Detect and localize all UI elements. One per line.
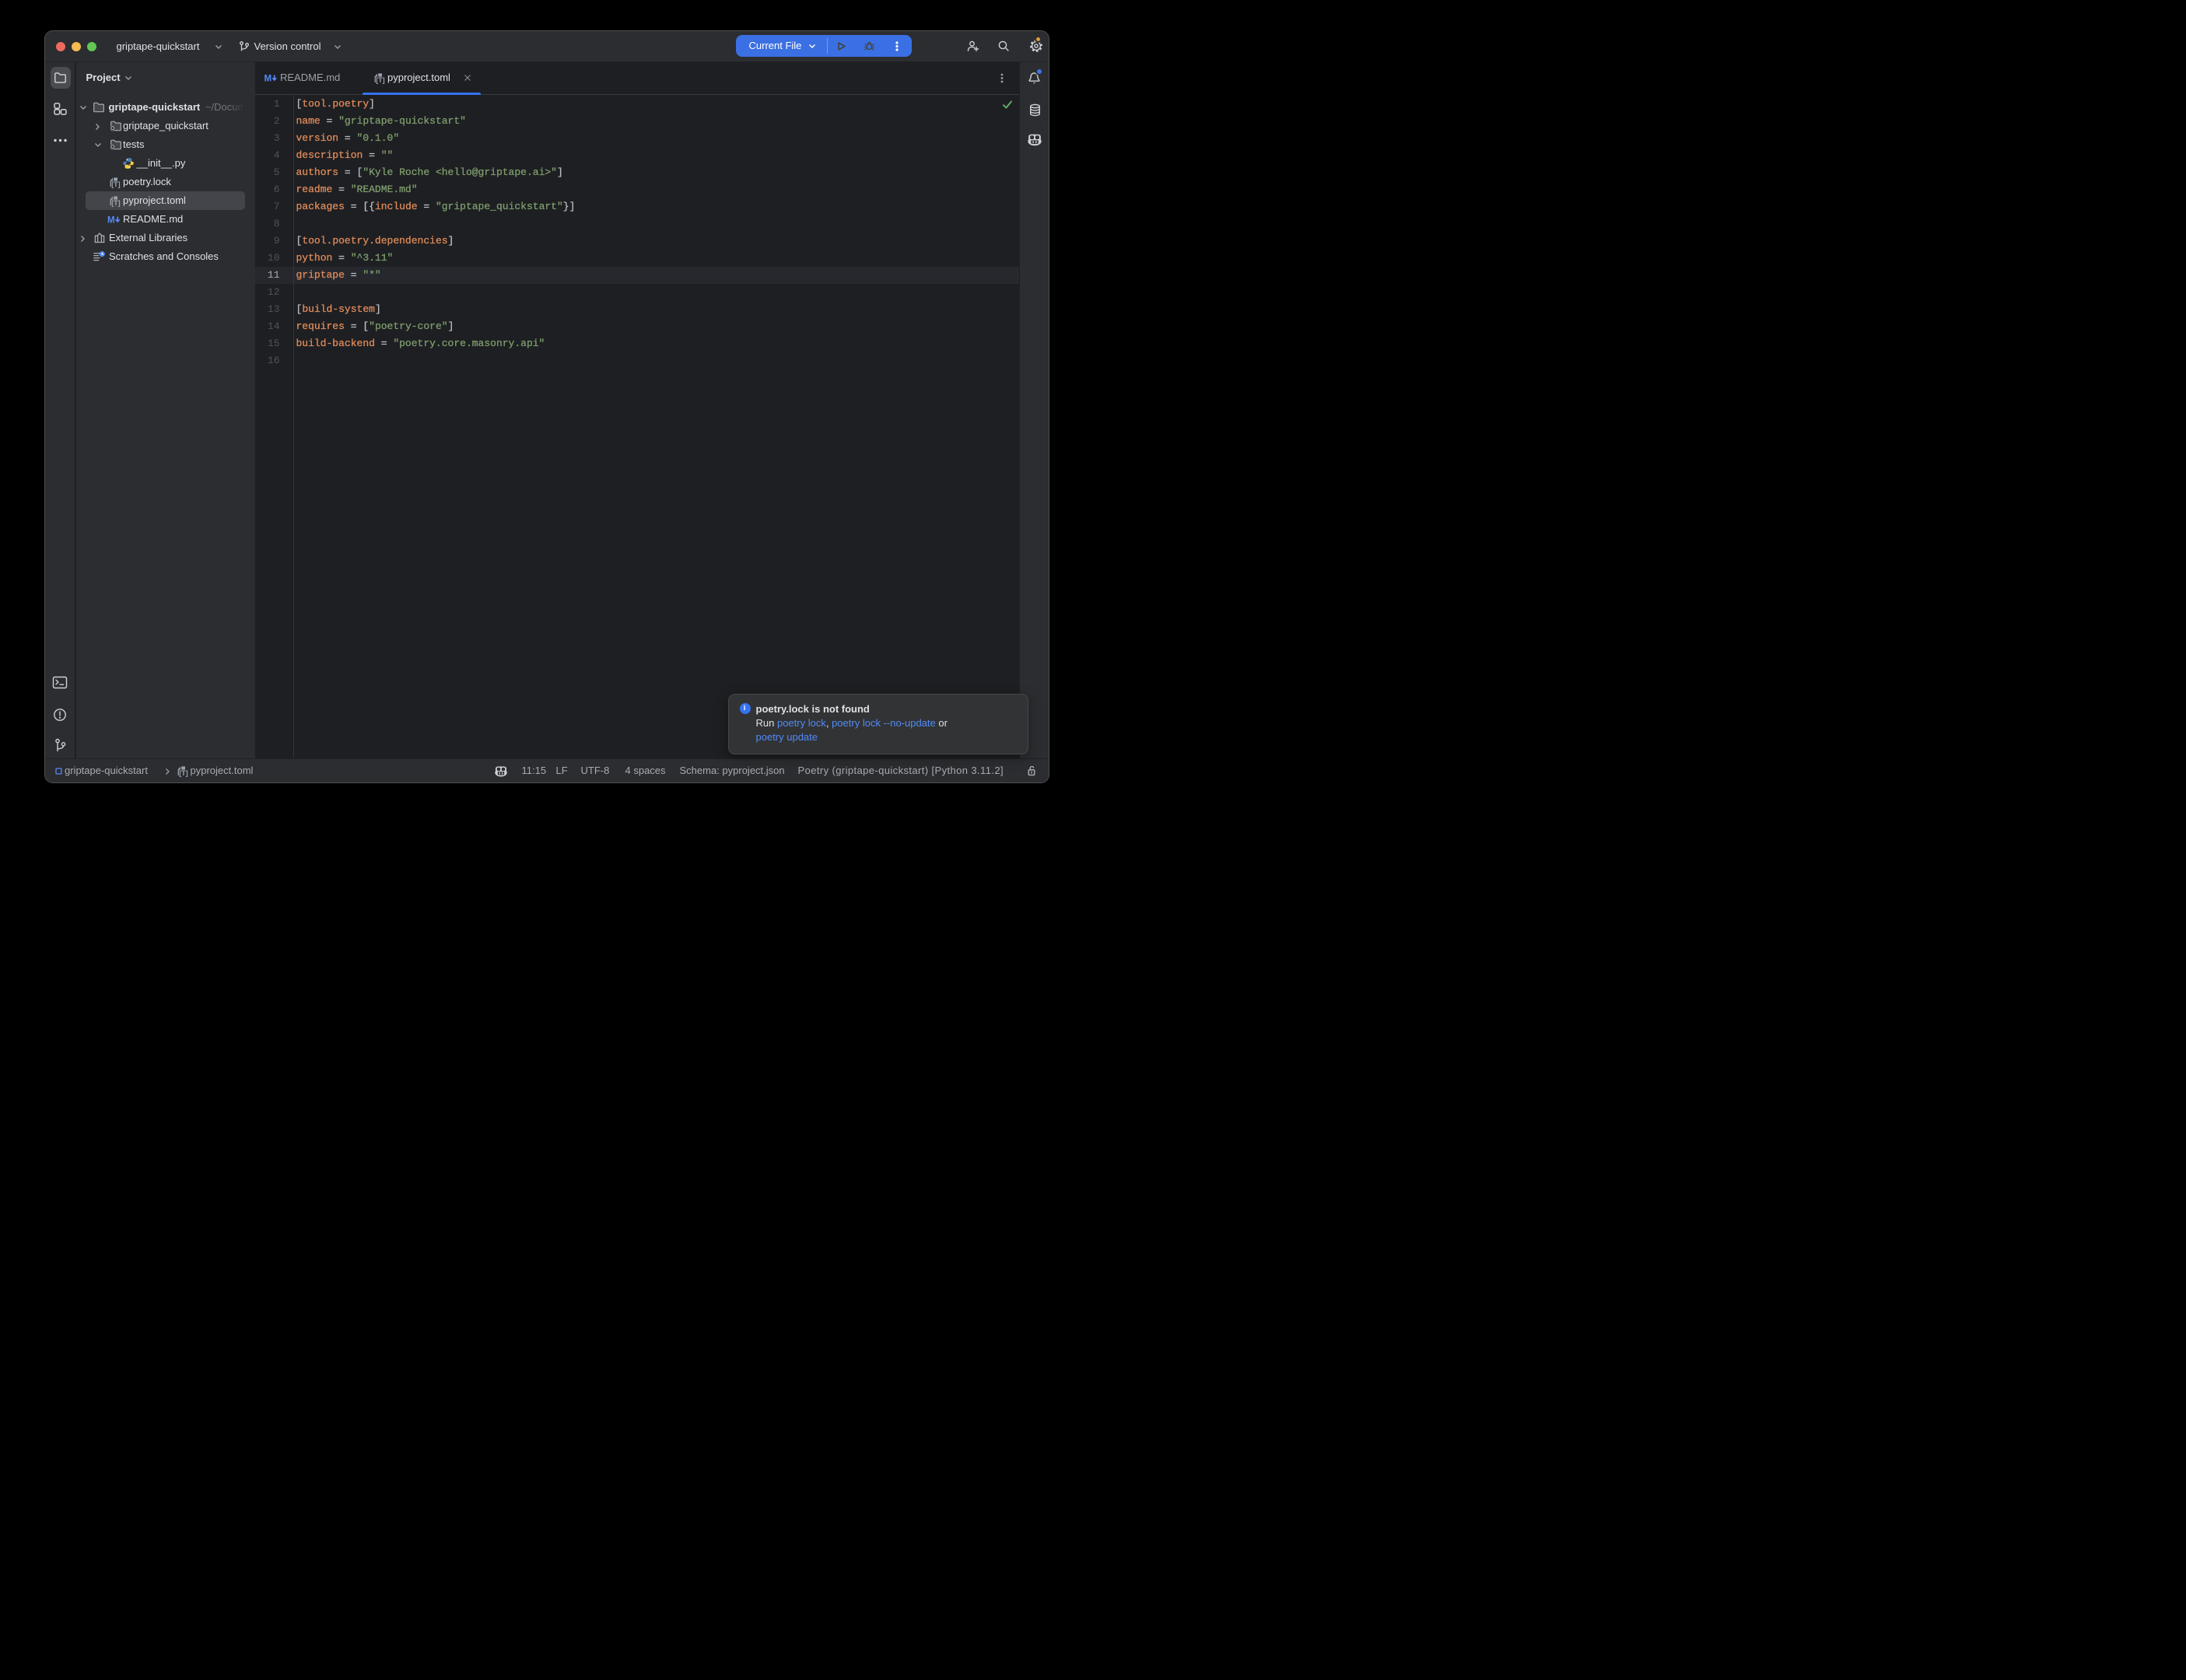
svg-text:M: M	[107, 215, 115, 225]
svg-text:[T]: [T]	[179, 769, 188, 777]
svg-text:[T]: [T]	[376, 75, 385, 83]
svg-text:M: M	[264, 74, 271, 83]
svg-text:[T]: [T]	[111, 180, 121, 187]
svg-text:[T]: [T]	[111, 198, 121, 206]
